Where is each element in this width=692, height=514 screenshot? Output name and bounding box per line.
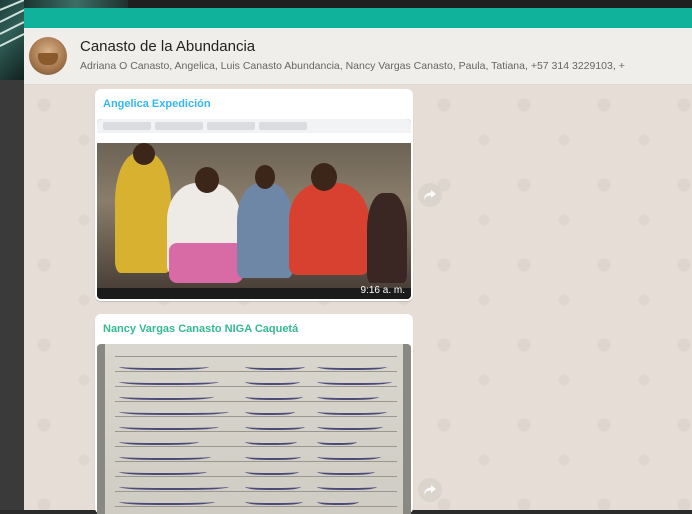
- message-image[interactable]: 9:16 a. m.: [97, 119, 411, 299]
- message-sender: Angelica Expedición: [103, 98, 211, 110]
- handwritten-list-photo: [105, 344, 403, 514]
- left-sidebar-strip: [0, 0, 24, 510]
- chat-messages-area: Angelica Expedición 9:16 a. m. Nancy Var…: [24, 85, 692, 514]
- group-avatar[interactable]: [29, 37, 67, 75]
- forward-icon: [424, 190, 436, 200]
- wallpaper-thumbnail: [0, 0, 24, 80]
- basket-icon: [38, 53, 58, 65]
- chat-header[interactable]: Canasto de la Abundancia Adriana O Canas…: [24, 28, 692, 85]
- chat-title: Canasto de la Abundancia: [80, 38, 256, 55]
- forward-icon: [424, 485, 436, 495]
- message-bubble[interactable]: Nancy Vargas Canasto NIGA Caquetá: [95, 314, 413, 514]
- video-call-frame: [97, 143, 411, 288]
- forward-button[interactable]: [418, 478, 442, 502]
- forward-button[interactable]: [418, 183, 442, 207]
- message-bubble[interactable]: Angelica Expedición 9:16 a. m.: [95, 89, 413, 301]
- app-accent-bar: [24, 8, 692, 28]
- browser-tab-bar: [97, 119, 411, 134]
- chat-members: Adriana O Canasto, Angelica, Luis Canast…: [80, 60, 625, 72]
- message-image[interactable]: [97, 344, 411, 514]
- window-top-bar: [24, 0, 692, 8]
- top-thumbnail: [24, 0, 128, 8]
- message-sender: Nancy Vargas Canasto NIGA Caquetá: [103, 323, 299, 335]
- message-timestamp: 9:16 a. m.: [360, 285, 405, 296]
